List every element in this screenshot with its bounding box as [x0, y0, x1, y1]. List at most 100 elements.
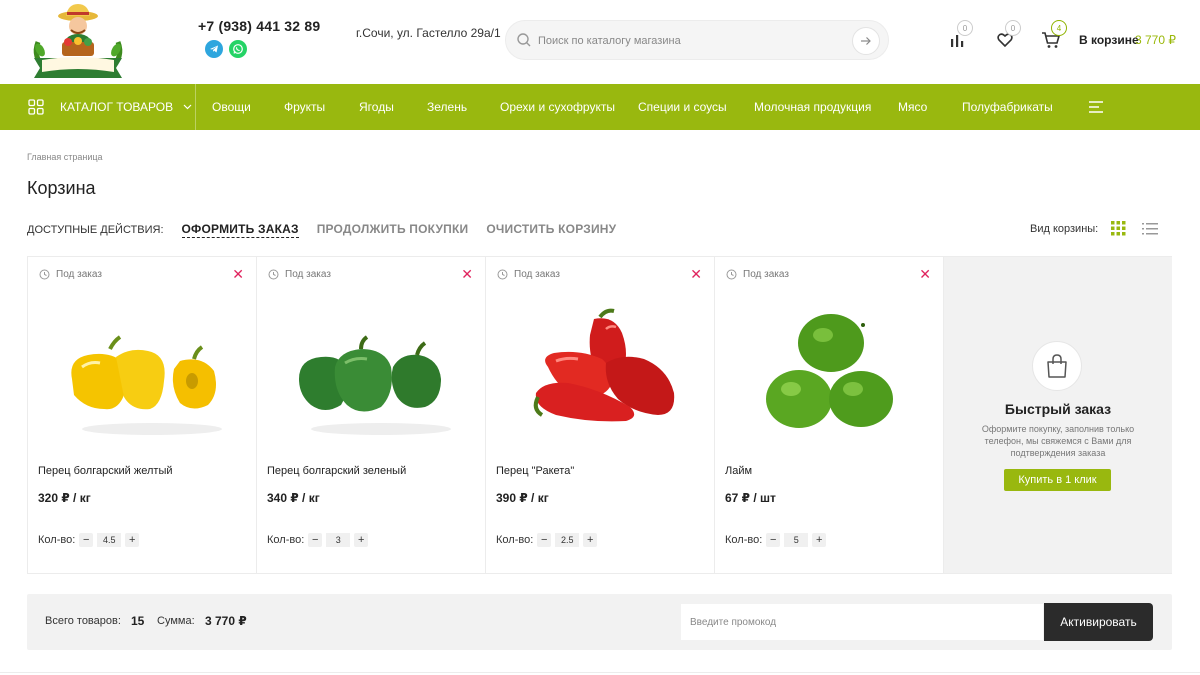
nav-item-meat[interactable]: Мясо [898, 84, 927, 130]
cart-item: Под заказ ✕ Лайм 67 ₽ / шт Кол-во: − 5 + [715, 257, 944, 573]
more-menu-icon[interactable] [1088, 100, 1104, 117]
decrease-quantity-button[interactable]: − [537, 533, 552, 547]
nav-item-semi-finished[interactable]: Полуфабрикаты [962, 84, 1053, 130]
breadcrumb[interactable]: Главная страница [27, 152, 103, 162]
item-status-label: Под заказ [56, 269, 102, 280]
quantity-value[interactable]: 3 [326, 533, 351, 547]
cart-label[interactable]: В корзине [1079, 33, 1139, 47]
arrow-right-icon [861, 37, 871, 45]
logo[interactable] [28, 2, 128, 82]
catalog-menu-button[interactable]: КАТАЛОГ ТОВАРОВ [28, 84, 198, 130]
item-status-label: Под заказ [743, 269, 789, 280]
catalog-menu-label: КАТАЛОГ ТОВАРОВ [60, 100, 174, 114]
nav-item-fruits[interactable]: Фрукты [284, 84, 325, 130]
whatsapp-icon[interactable] [229, 40, 247, 58]
store-address: г.Сочи, ул. Гастелло 29а/1 [356, 26, 501, 40]
telegram-icon[interactable] [205, 40, 223, 58]
product-price: 340 ₽ / кг [267, 491, 320, 505]
item-status: Под заказ [726, 269, 789, 280]
phone-number[interactable]: +7 (938) 441 32 89 [198, 18, 320, 34]
lime-icon [766, 314, 893, 428]
product-price: 320 ₽ / кг [38, 491, 91, 505]
cart-count: 4 [1051, 20, 1067, 36]
product-price: 390 ₽ / кг [496, 491, 549, 505]
cart-actions: ДОСТУПНЫЕ ДЕЙСТВИЯ: ОФОРМИТЬ ЗАКАЗ ПРОДО… [27, 222, 634, 238]
cart-totals-bar: Всего товаров: 15 Сумма: 3 770 ₽ Активир… [27, 594, 1172, 650]
increase-quantity-button[interactable]: + [583, 533, 598, 547]
search-submit-button[interactable] [852, 27, 880, 55]
remove-item-icon[interactable]: ✕ [919, 267, 931, 281]
actions-label: ДОСТУПНЫЕ ДЕЙСТВИЯ: [27, 224, 164, 236]
clock-icon [497, 269, 508, 280]
red-pepper-icon [533, 308, 675, 422]
quantity-label: Кол-во: [267, 534, 305, 546]
item-status: Под заказ [497, 269, 560, 280]
cart-item: Под заказ ✕ Перец болгарский желтый 320 … [28, 257, 257, 573]
increase-quantity-button[interactable]: + [354, 533, 369, 547]
increase-quantity-button[interactable]: + [812, 533, 827, 547]
increase-quantity-button[interactable]: + [125, 533, 140, 547]
decrease-quantity-button[interactable]: − [79, 533, 94, 547]
clock-icon [268, 269, 279, 280]
product-image[interactable] [510, 297, 690, 467]
search-bar [505, 20, 889, 60]
quantity-label: Кол-во: [725, 534, 763, 546]
footer-divider [0, 672, 1200, 673]
clock-icon [726, 269, 737, 280]
quantity-value[interactable]: 2.5 [555, 533, 580, 547]
item-status-label: Под заказ [285, 269, 331, 280]
cart-item: Под заказ ✕ Перец "Ракета" 390 ₽ / кг Ко… [486, 257, 715, 573]
view-mode-label: Вид корзины: [1030, 223, 1099, 235]
item-status: Под заказ [39, 269, 102, 280]
quantity-label: Кол-во: [496, 534, 534, 546]
total-items-value: 15 [131, 614, 145, 628]
site-header: +7 (938) 441 32 89 г.Сочи, ул. Гастелло … [0, 0, 1200, 84]
one-click-buy-button[interactable]: Купить в 1 клик [1004, 469, 1111, 491]
cart-item: Под заказ ✕ Перец болгарский зеленый 340… [257, 257, 486, 573]
quick-order-title: Быстрый заказ [1004, 401, 1112, 417]
product-image[interactable] [281, 297, 461, 467]
nav-item-berries[interactable]: Ягоды [359, 84, 394, 130]
cart-button[interactable]: 4 [1039, 20, 1067, 52]
yellow-pepper-icon [71, 335, 216, 410]
promo-code-input[interactable] [681, 604, 1043, 640]
remove-item-icon[interactable]: ✕ [232, 267, 244, 281]
product-image[interactable] [52, 297, 232, 467]
clear-cart-button[interactable]: ОЧИСТИТЬ КОРЗИНУ [486, 222, 616, 236]
activate-promo-button[interactable]: Активировать [1044, 603, 1153, 641]
checkout-button[interactable]: ОФОРМИТЬ ЗАКАЗ [181, 222, 299, 238]
decrease-quantity-button[interactable]: − [308, 533, 323, 547]
grid-menu-icon [28, 99, 44, 115]
continue-shopping-button[interactable]: ПРОДОЛЖИТЬ ПОКУПКИ [317, 222, 469, 236]
product-name[interactable]: Перец болгарский желтый [38, 465, 173, 477]
nav-item-dairy[interactable]: Молочная продукция [754, 84, 871, 130]
compare-button[interactable]: 0 [945, 20, 973, 52]
shopping-bag-icon [1032, 341, 1082, 391]
remove-item-icon[interactable]: ✕ [461, 267, 473, 281]
nav-item-vegetables[interactable]: Овощи [212, 84, 251, 130]
nav-item-spices[interactable]: Специи и соусы [638, 84, 727, 130]
quick-order-description: Оформите покупку, заполнив только телефо… [981, 424, 1135, 458]
favorites-button[interactable]: 0 [993, 20, 1021, 52]
nav-item-greens[interactable]: Зелень [427, 84, 467, 130]
search-icon [516, 32, 532, 51]
quantity-value[interactable]: 5 [784, 533, 809, 547]
cart-sum[interactable]: 3 770 ₽ [1135, 33, 1176, 47]
item-status-label: Под заказ [514, 269, 560, 280]
list-view-icon[interactable] [1142, 222, 1158, 239]
farmer-logo-icon [33, 4, 123, 78]
product-name[interactable]: Перец болгарский зеленый [267, 465, 406, 477]
quantity-value[interactable]: 4.5 [97, 533, 122, 547]
chevron-down-icon [183, 104, 192, 110]
search-input[interactable] [538, 31, 838, 51]
messenger-links [205, 40, 247, 58]
nav-divider [195, 84, 196, 130]
product-image[interactable] [739, 297, 919, 467]
grid-view-icon[interactable] [1111, 221, 1126, 239]
nav-item-nuts[interactable]: Орехи и сухофрукты [500, 84, 615, 130]
product-name[interactable]: Перец "Ракета" [496, 465, 574, 477]
decrease-quantity-button[interactable]: − [766, 533, 781, 547]
remove-item-icon[interactable]: ✕ [690, 267, 702, 281]
total-sum-label: Сумма: [157, 615, 195, 627]
product-name[interactable]: Лайм [725, 465, 752, 477]
